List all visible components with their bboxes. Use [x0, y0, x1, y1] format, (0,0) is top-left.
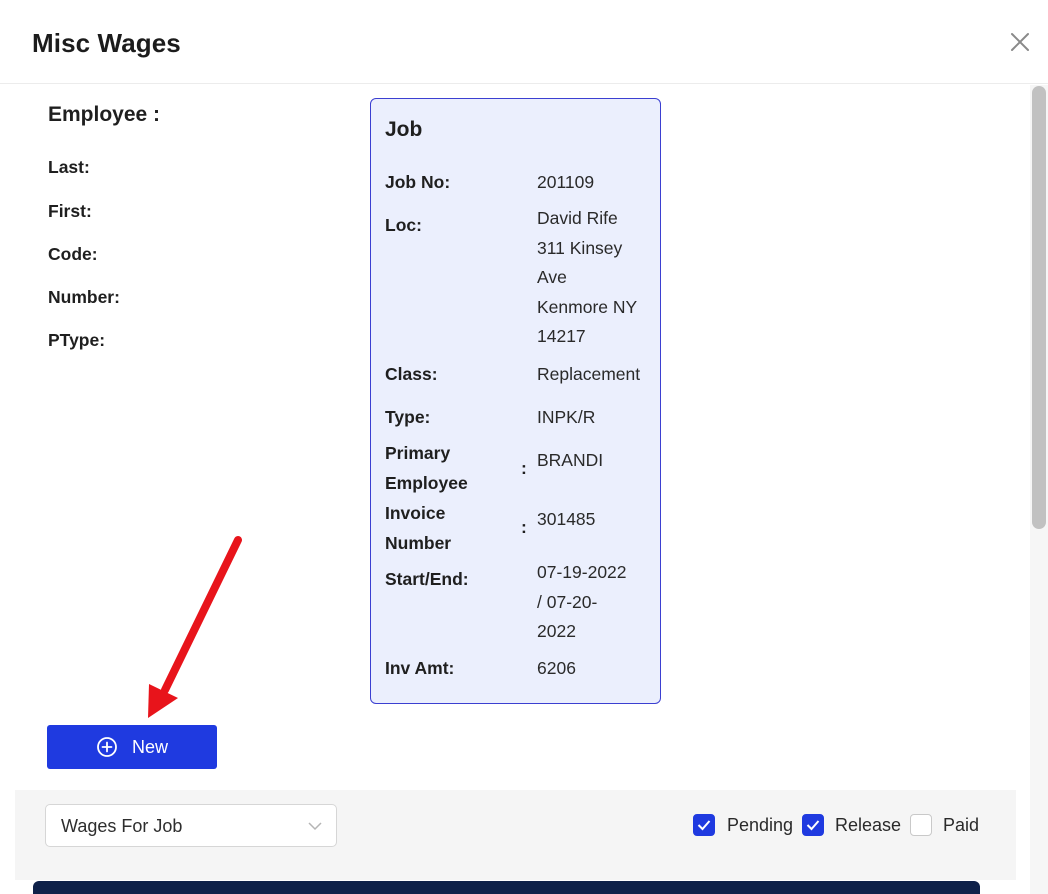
chevron-down-icon — [308, 822, 322, 831]
primary-employee-value: BRANDI — [537, 450, 604, 470]
check-icon — [806, 820, 820, 831]
start-end-label: Start/End: — [385, 569, 469, 589]
invoice-number-colon: : — [521, 517, 527, 537]
inv-amt-value: 6206 — [537, 658, 576, 678]
close-icon — [1011, 33, 1029, 51]
field-label: PType — [48, 330, 100, 350]
employee-field-code: Code: — [48, 244, 98, 265]
select-value: Wages For Job — [61, 816, 183, 836]
job-no-value: 201109 — [537, 172, 595, 192]
field-colon: : — [85, 201, 92, 221]
dialog-title: Misc Wages — [32, 28, 181, 58]
invoice-number-value: 301485 — [537, 509, 596, 529]
field-label: Number — [48, 287, 115, 307]
type-label: Type: — [385, 407, 431, 427]
pending-label[interactable]: Pending — [727, 814, 793, 836]
type-value: INPK/R — [537, 407, 596, 427]
start-end-value: 07-19-2022 / 07-20- 2022 — [537, 562, 627, 641]
class-label: Class: — [385, 364, 438, 384]
employee-field-first: First: — [48, 201, 92, 222]
close-button[interactable] — [1008, 30, 1032, 54]
employee-field-last: Last: — [48, 157, 90, 178]
employee-field-ptype: PType: — [48, 330, 105, 351]
field-label: Code — [48, 244, 92, 264]
wages-filter-select[interactable]: Wages For Job — [45, 804, 337, 847]
dialog-header: Misc Wages — [0, 0, 1048, 84]
employee-field-number: Number: — [48, 287, 120, 308]
field-colon: : — [91, 244, 98, 264]
class-value: Replacement — [537, 364, 641, 384]
plus-circle-icon — [97, 737, 117, 757]
paid-checkbox[interactable] — [910, 814, 932, 836]
primary-employee-label: Primary Employee — [385, 443, 468, 493]
field-label: Last — [48, 157, 84, 177]
primary-employee-colon: : — [521, 458, 527, 478]
employee-heading: Employee : — [48, 103, 161, 126]
wages-table-header — [33, 881, 980, 894]
job-card: Job Job No: 201109 Loc: David Rife 311 K… — [370, 98, 661, 704]
check-icon — [697, 820, 711, 831]
new-button[interactable]: New — [47, 725, 217, 769]
field-label: First — [48, 201, 86, 221]
new-button-label: New — [131, 736, 168, 757]
field-colon: : — [114, 287, 120, 307]
invoice-number-label: Invoice Number — [385, 503, 452, 553]
loc-value: David Rife 311 Kinsey Ave Kenmore NY 142… — [537, 208, 638, 346]
inv-amt-label: Inv Amt: — [385, 658, 455, 678]
job-card-title: Job — [385, 118, 423, 141]
field-colon: : — [83, 157, 90, 177]
field-colon: : — [99, 330, 106, 350]
pending-checkbox[interactable] — [693, 814, 715, 836]
job-no-label: Job No: — [385, 172, 451, 192]
paid-label[interactable]: Paid — [943, 814, 979, 836]
scrollbar-thumb[interactable] — [1032, 86, 1046, 529]
release-label[interactable]: Release — [835, 814, 901, 836]
loc-label: Loc: — [385, 215, 422, 235]
release-checkbox[interactable] — [802, 814, 824, 836]
